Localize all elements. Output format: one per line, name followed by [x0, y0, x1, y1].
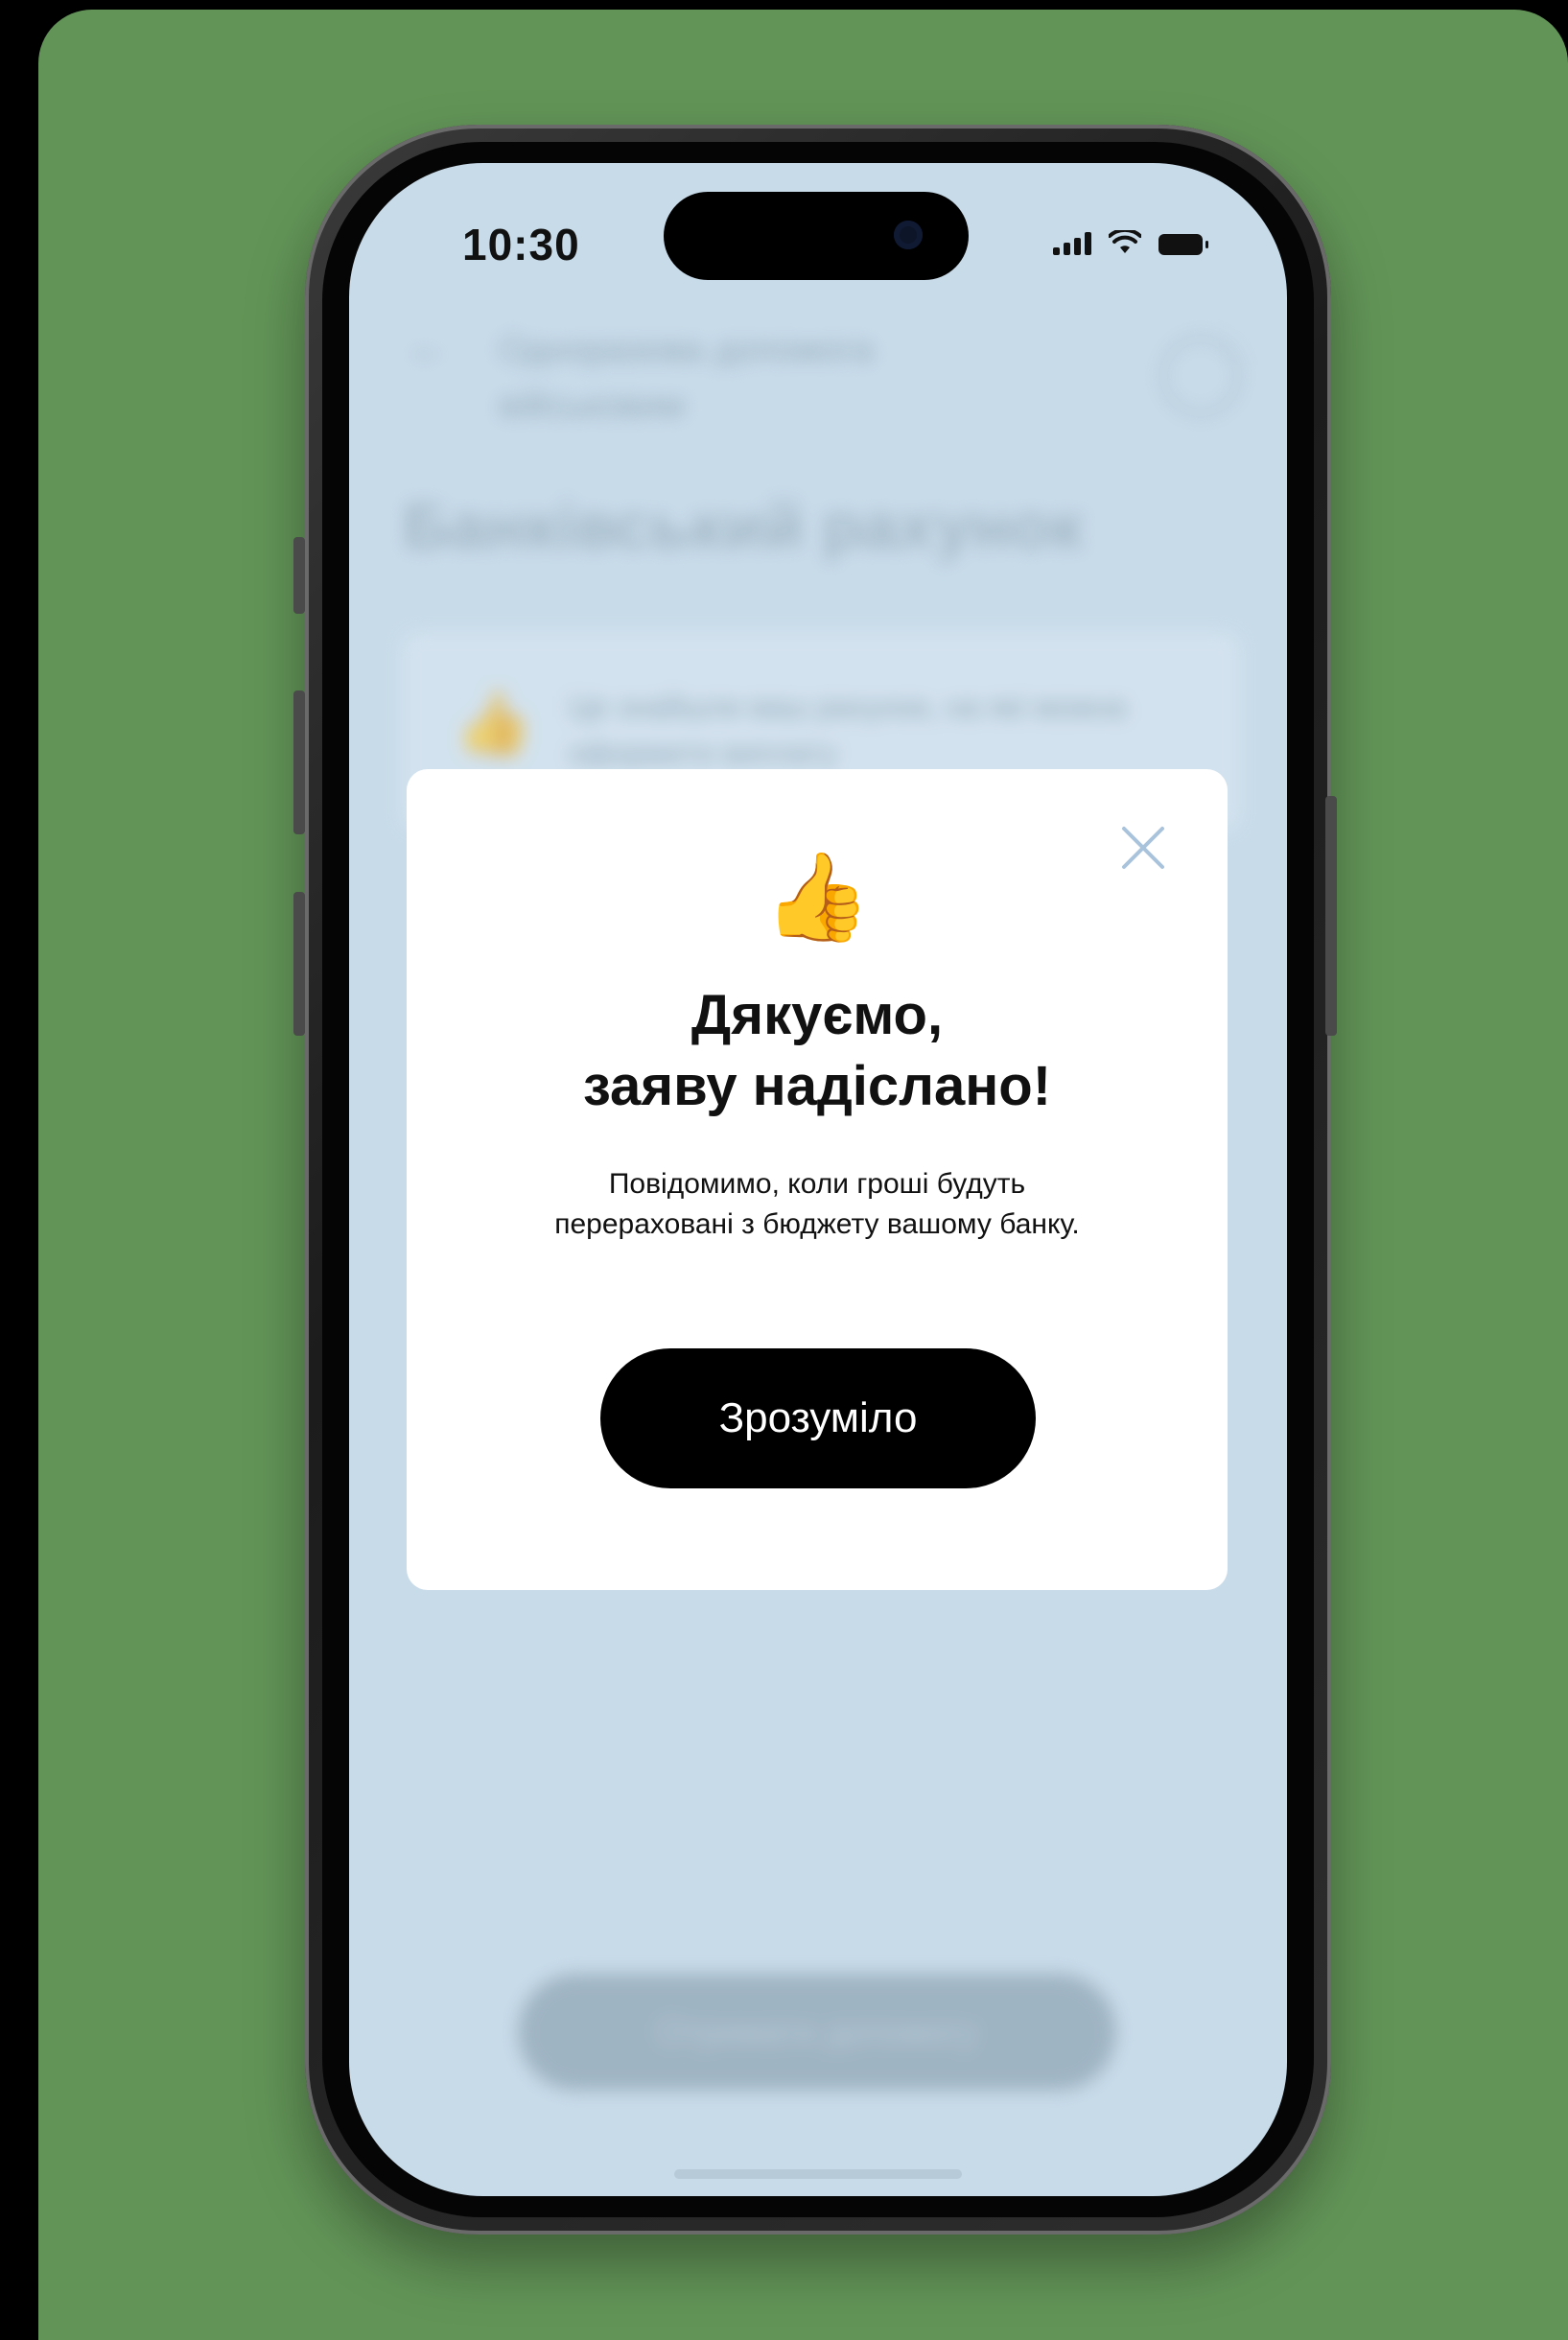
get-assistance-button: Отримати допомогу	[518, 1974, 1116, 2091]
screen-header-title: Одноразова допомога військовим	[499, 330, 874, 426]
info-icon[interactable]	[1160, 336, 1241, 416]
modal-title-line1: Дякуємо,	[690, 984, 944, 1046]
phone-power-button	[1325, 796, 1337, 1036]
confirm-button[interactable]: Зрозуміло	[600, 1348, 1036, 1488]
arrow-left-icon[interactable]: ←	[407, 324, 449, 372]
wifi-icon	[1109, 230, 1141, 253]
page-title: Банківський рахунок	[403, 490, 1084, 563]
battery-icon	[1158, 234, 1208, 255]
phone-screen: ← Одноразова допомога військовим Банківс…	[349, 163, 1287, 2196]
modal-title-line2: заяву надіслано!	[582, 1055, 1052, 1117]
dynamic-island	[664, 192, 969, 280]
home-indicator	[674, 2169, 962, 2179]
phone-volume-up-button	[293, 690, 305, 834]
info-card-text: Це знайшли ваш рахунок, на які можна офо…	[569, 690, 1127, 770]
status-time: 10:30	[462, 220, 580, 269]
thumbs-up-icon: 👍	[456, 689, 532, 758]
signal-icon	[1053, 232, 1091, 255]
success-modal: 👍 Дякуємо, заяву надіслано! Повідомимо, …	[407, 769, 1228, 1590]
front-camera-icon	[894, 221, 923, 249]
phone-volume-down-button	[293, 892, 305, 1036]
modal-description: Повідомимо, коли гроші будуть перерахова…	[554, 1168, 1080, 1240]
status-icons	[1053, 230, 1208, 255]
thumbs-up-icon: 👍	[762, 850, 872, 946]
phone-action-button	[293, 537, 305, 614]
modal-title: Дякуємо, заяву надіслано!	[445, 980, 1189, 1122]
